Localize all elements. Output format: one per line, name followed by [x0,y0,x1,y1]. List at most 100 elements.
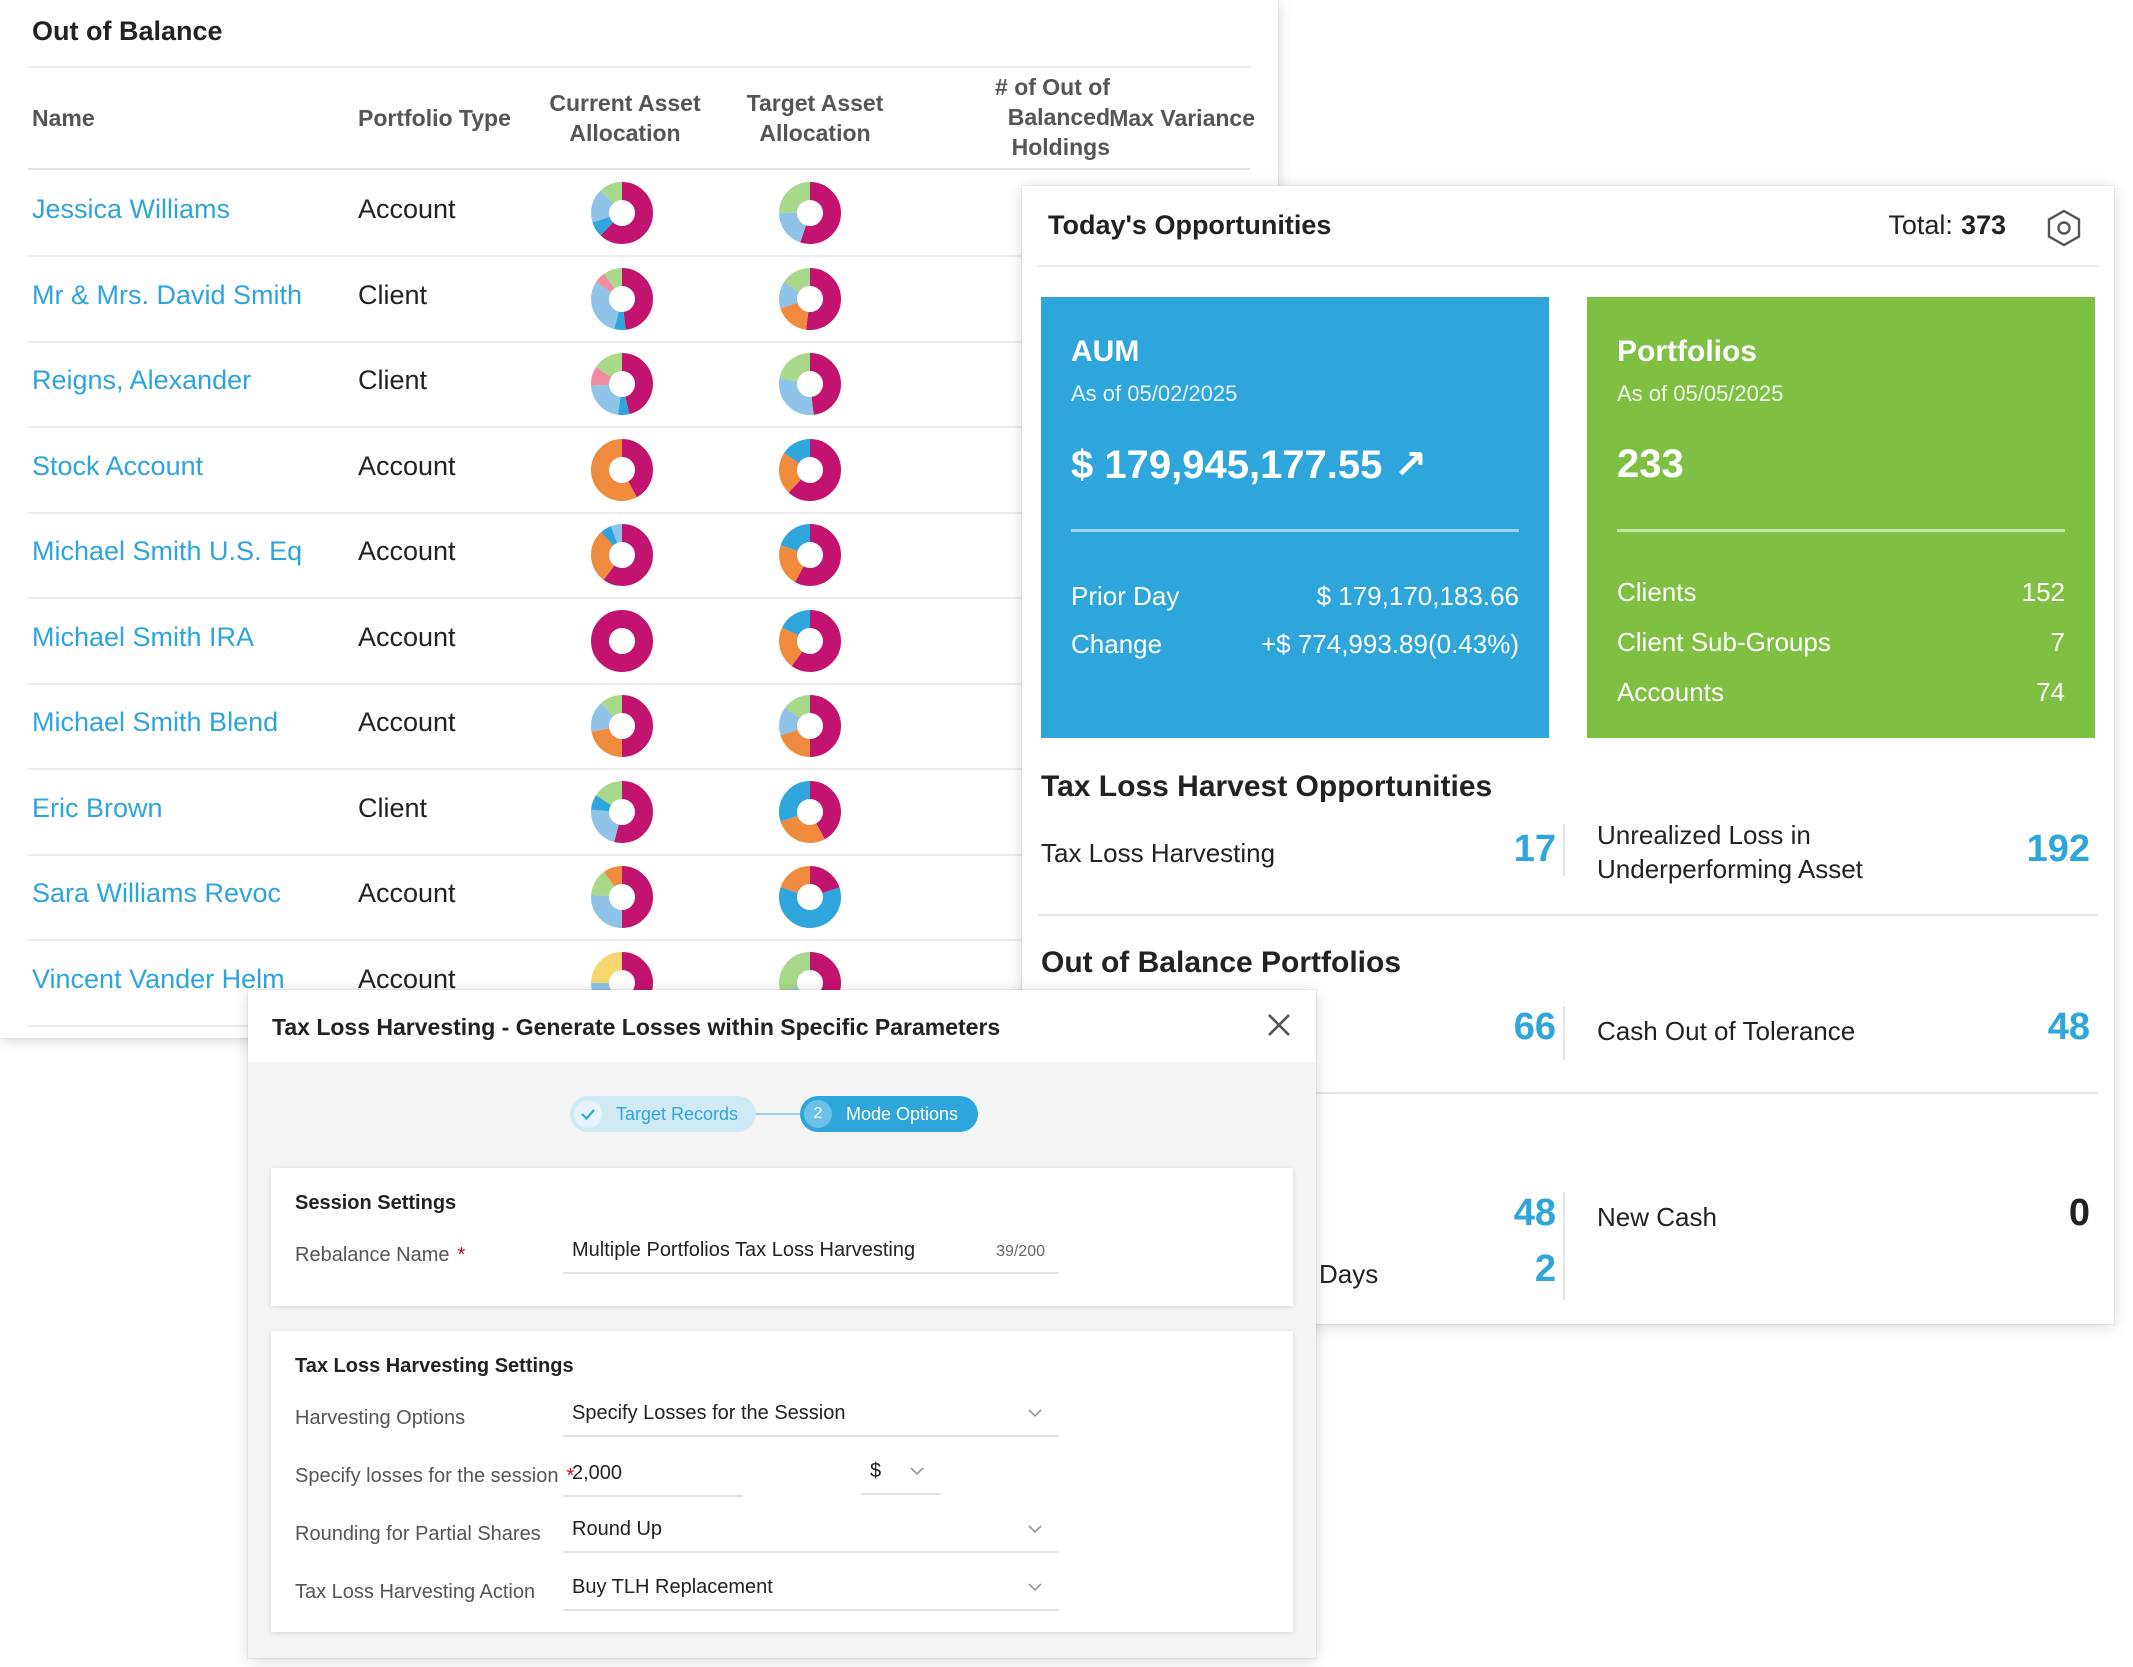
portfolio-type: Account [358,707,456,738]
out-of-balance-value[interactable]: 66 [1514,1006,1556,1049]
harvesting-options-select[interactable]: Specify Losses for the Session [563,1395,1059,1437]
prior-day-value: $ 179,170,183.66 [1316,581,1519,611]
column-header-current-allocation[interactable]: Current Asset Allocation [540,88,710,148]
tax-loss-harvesting-settings-section: Tax Loss Harvesting Settings Harvesting … [271,1331,1293,1632]
step-label: Mode Options [846,1104,959,1124]
session-settings-section: Session Settings Rebalance Name * Multipl… [271,1168,1293,1306]
currency-select[interactable]: $ [861,1453,941,1495]
divider [1563,1192,1565,1300]
target-allocation-donut-chart [779,438,841,501]
portfolio-type: Client [358,279,428,310]
field-label: Rebalance Name [295,1244,450,1266]
target-allocation-donut[interactable] [778,181,842,245]
select-value: Specify Losses for the Session [572,1402,846,1424]
current-allocation-donut[interactable] [590,609,654,673]
portfolio-name-link[interactable]: Reigns, Alexander [32,365,251,396]
target-allocation-donut[interactable] [778,865,842,929]
current-allocation-donut-chart [591,438,653,501]
portfolio-name-link[interactable]: Vincent Vander Helm [32,964,285,995]
select-value: $ [870,1460,882,1482]
rounding-select[interactable]: Round Up [563,1511,1059,1553]
current-allocation-donut[interactable] [590,352,654,416]
portfolio-name-link[interactable]: Jessica Williams [32,194,230,225]
portfolio-name-link[interactable]: Michael Smith U.S. Eq [32,536,302,567]
current-allocation-donut-chart [591,182,653,244]
step-target-records[interactable]: Target Records [570,1096,756,1132]
tlh-action-label: Tax Loss Harvesting Action [295,1581,536,1603]
target-allocation-donut[interactable] [778,609,842,673]
portfolio-name-link[interactable]: Sara Williams Revoc [32,878,281,909]
harvesting-options-label: Harvesting Options [295,1407,466,1429]
tlh-action-select[interactable]: Buy TLH Replacement [563,1569,1059,1611]
target-allocation-donut[interactable] [778,780,842,844]
cash-out-of-tolerance-label: Cash Out of Tolerance [1597,1016,1856,1046]
dialog-title: Tax Loss Harvesting - Generate Losses wi… [272,1014,1001,1040]
portfolio-type: Account [358,621,456,652]
new-cash-value[interactable]: 0 [2069,1192,2090,1235]
target-allocation-donut[interactable] [778,438,842,502]
specify-losses-label: Specify losses for the session * [295,1465,574,1488]
portfolio-name-link[interactable]: Mr & Mrs. David Smith [32,280,302,311]
checkmark-icon [574,1100,602,1128]
chevron-down-icon [1028,1409,1042,1418]
portfolio-name-link[interactable]: Michael Smith Blend [32,707,278,738]
rebalance-name-input[interactable]: Multiple Portfolios Tax Loss Harvesting … [563,1232,1059,1274]
out-of-balance-portfolios-title: Out of Balance Portfolios [1041,946,1402,979]
select-value: Buy TLH Replacement [572,1576,773,1598]
current-allocation-donut[interactable] [590,267,654,331]
new-cash-label: New Cash [1597,1202,1717,1232]
current-allocation-donut-chart [591,695,653,758]
column-header-max-variance[interactable]: Max Variance [1105,103,1255,133]
column-header-portfolio-type[interactable]: Portfolio Type [358,103,511,133]
header-line: Current Asset [549,90,701,116]
portfolios-title: Portfolios [1617,335,1757,368]
opportunity-value[interactable]: 48 [1514,1192,1556,1235]
current-allocation-donut[interactable] [590,694,654,758]
divider [1617,529,2065,532]
portfolio-name-link[interactable]: Eric Brown [32,793,163,824]
target-allocation-donut-chart [779,695,841,758]
step-mode-options[interactable]: 2 Mode Options [800,1096,978,1132]
divider [1563,824,1565,876]
tax-loss-harvesting-dialog: Tax Loss Harvesting - Generate Losses wi… [248,990,1316,1658]
current-allocation-donut[interactable] [590,523,654,587]
unrealized-loss-value[interactable]: 192 [2027,828,2090,871]
change-value: +$ 774,993.89(0.43%) [1260,629,1519,659]
target-allocation-donut[interactable] [778,523,842,587]
portfolio-name-link[interactable]: Stock Account [32,451,203,482]
current-allocation-donut[interactable] [590,181,654,245]
accounts-label: Accounts [1617,677,1724,707]
total-value: 373 [1960,210,2006,240]
divider [1038,914,2098,916]
target-allocation-donut[interactable] [778,267,842,331]
column-header-target-allocation[interactable]: Target Asset Allocation [730,88,900,148]
aum-tile[interactable]: AUM As of 05/02/2025 $ 179,945,177.55 ↗ … [1041,297,1549,738]
client-subgroups-label: Client Sub-Groups [1617,627,1831,657]
header-line: Balanced [1007,104,1110,130]
column-header-name[interactable]: Name [32,103,95,133]
settings-gear-icon[interactable] [2044,208,2084,248]
close-icon[interactable] [1264,1010,1294,1040]
portfolios-tile[interactable]: Portfolios As of 05/05/2025 233 Clients … [1587,297,2095,738]
target-allocation-donut[interactable] [778,352,842,416]
aum-title: AUM [1071,335,1140,368]
tlh-settings-header: Tax Loss Harvesting Settings [295,1355,574,1377]
tax-loss-harvesting-value[interactable]: 17 [1514,828,1556,871]
target-allocation-donut[interactable] [778,694,842,758]
rounding-label: Rounding for Partial Shares [295,1523,541,1545]
field-label: Specify losses for the session [295,1465,559,1487]
chevron-down-icon [910,1467,924,1476]
column-header-out-of-balance-holdings[interactable]: # of Out of Balanced Holdings [935,72,1110,162]
current-allocation-donut[interactable] [590,780,654,844]
header-line: Allocation [759,120,871,146]
step-number: 2 [804,1100,832,1128]
portfolio-name-link[interactable]: Michael Smith IRA [32,622,254,653]
portfolio-type: Account [358,878,456,909]
current-allocation-donut[interactable] [590,438,654,502]
specify-losses-input[interactable]: 2,000 [563,1455,743,1497]
portfolio-type: Account [358,450,456,481]
current-allocation-donut[interactable] [590,865,654,929]
cash-out-of-tolerance-value[interactable]: 48 [2048,1006,2090,1049]
target-allocation-donut-chart [779,353,841,416]
days-value[interactable]: 2 [1535,1248,1556,1291]
